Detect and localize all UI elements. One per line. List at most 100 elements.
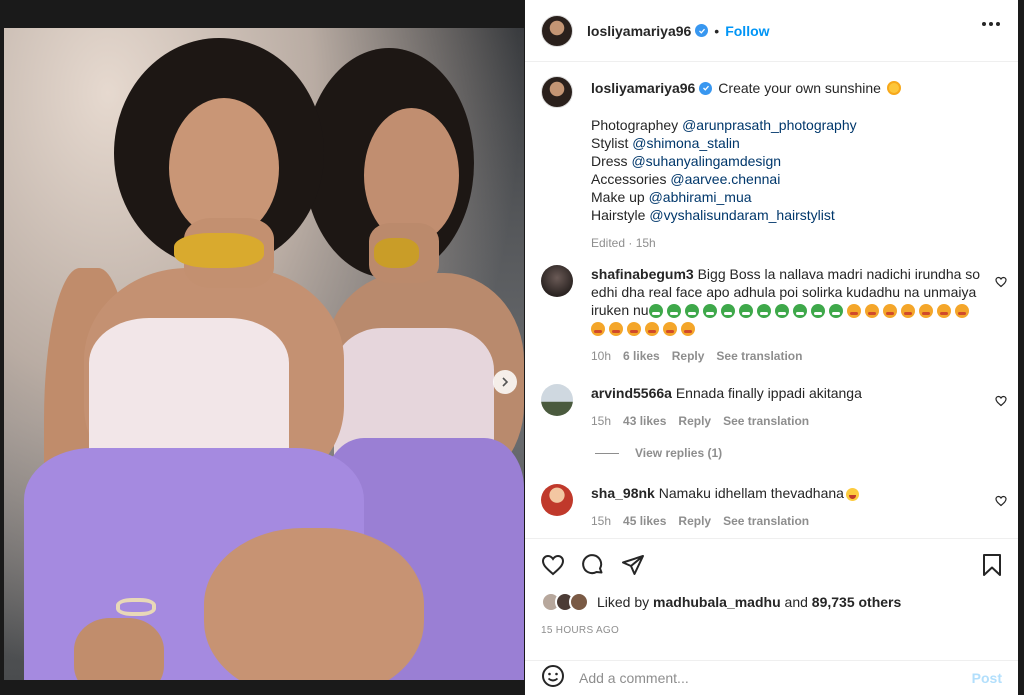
vomiting-emoji-icon	[609, 322, 623, 337]
comment-item: sha_98nk Namaku idhellam thevadhana 15h …	[541, 484, 1011, 530]
verified-badge-icon	[699, 81, 713, 95]
credit-line: Dress @suhanyalingamdesign	[591, 153, 782, 169]
mention-link[interactable]: @arunprasath_photography	[682, 117, 857, 133]
vomiting-emoji-icon	[900, 304, 915, 319]
credit-line: Hairstyle @vyshalisundaram_hairstylist	[591, 207, 835, 223]
comment-likes[interactable]: 45 likes	[623, 512, 666, 530]
nauseated-emoji-icon	[792, 304, 807, 319]
share-icon	[622, 555, 644, 575]
post-caption: losliyamariya96 Create your own sunshine…	[541, 76, 1001, 252]
liker-avatar	[569, 592, 589, 612]
comment-text: Ennada finally ippadi akitanga	[675, 385, 862, 401]
see-translation-button[interactable]: See translation	[723, 412, 809, 430]
see-translation-button[interactable]: See translation	[716, 347, 802, 365]
likers-avatars[interactable]	[541, 592, 589, 612]
more-options-icon[interactable]	[982, 22, 1000, 26]
author-avatar[interactable]	[541, 14, 573, 47]
mention-link[interactable]: @aarvee.chennai	[670, 171, 780, 187]
author-username[interactable]: losliyamariya96	[587, 23, 691, 39]
comment-likes[interactable]: 6 likes	[623, 347, 660, 365]
vomiting-emoji-icon	[663, 322, 677, 337]
comment-likes[interactable]: 43 likes	[623, 412, 666, 430]
comment-icon	[582, 554, 603, 575]
emoji-icon[interactable]	[541, 664, 565, 693]
commenter-avatar[interactable]	[541, 384, 573, 416]
follow-button[interactable]: Follow	[725, 23, 769, 39]
comment-item: shafinabegum3 Bigg Boss la nallava madri…	[541, 265, 1011, 365]
nauseated-emoji-icon	[774, 304, 789, 319]
vomiting-emoji-icon	[864, 304, 879, 319]
commenter-username[interactable]: sha_98nk	[591, 485, 655, 501]
mention-link[interactable]: @suhanyalingamdesign	[631, 153, 781, 169]
reply-button[interactable]: Reply	[672, 347, 705, 365]
nauseated-emoji-icon	[684, 304, 699, 319]
likes-summary: Liked by madhubala_madhu and 89,735 othe…	[541, 592, 901, 612]
mention-link[interactable]: @abhirami_mua	[649, 189, 752, 205]
comment-input[interactable]	[579, 670, 972, 686]
nauseated-emoji-icon	[648, 304, 663, 319]
vomiting-emoji-icon	[846, 304, 861, 319]
carousel-next-button[interactable]	[493, 370, 517, 394]
commenter-username[interactable]: shafinabegum3	[591, 266, 694, 282]
share-button[interactable]	[621, 553, 645, 582]
vomiting-emoji-icon	[936, 304, 951, 319]
nauseated-emoji-icon	[720, 304, 735, 319]
likes-count[interactable]: 89,735 others	[812, 594, 902, 610]
action-bar	[525, 538, 1018, 590]
post-comment-button[interactable]: Post	[972, 670, 1002, 686]
vomiting-emoji-icon	[918, 304, 933, 319]
emoji-run	[591, 302, 973, 337]
comment-time: 15h	[591, 514, 612, 528]
commenter-avatar[interactable]	[541, 265, 573, 297]
nauseated-emoji-icon	[702, 304, 717, 319]
caption-meta: Edited · 15h	[591, 236, 656, 250]
post-modal: losliyamariya96 • Follow losliyamariya96…	[0, 0, 1024, 695]
caption-username[interactable]: losliyamariya96	[591, 79, 695, 97]
post-photo[interactable]	[4, 28, 524, 680]
comment-text: Namaku idhellam thevadhana	[658, 485, 844, 501]
credit-line: Stylist @shimona_stalin	[591, 135, 740, 151]
liker-username[interactable]: madhubala_madhu	[653, 594, 781, 610]
post-side-panel: losliyamariya96 • Follow losliyamariya96…	[525, 0, 1018, 695]
heart-icon[interactable]	[995, 275, 1007, 293]
comment-time: 10h	[591, 349, 612, 363]
credit-line: Photographey @arunprasath_photography	[591, 117, 857, 133]
nauseated-emoji-icon	[756, 304, 771, 319]
post-header: losliyamariya96 • Follow	[525, 0, 1018, 62]
caption-text: Create your own sunshine	[718, 80, 881, 96]
scrollbar[interactable]	[1018, 0, 1024, 695]
comment-item: arvind5566a Ennada finally ippadi akitan…	[541, 384, 1011, 430]
reply-button[interactable]: Reply	[678, 512, 711, 530]
see-translation-button[interactable]: See translation	[723, 512, 809, 530]
verified-badge-icon	[695, 24, 709, 37]
heart-icon	[541, 554, 565, 576]
like-button[interactable]	[541, 553, 565, 582]
vomiting-emoji-icon	[681, 322, 695, 337]
add-comment-bar: Post	[525, 660, 1018, 695]
vomiting-emoji-icon	[627, 322, 641, 337]
mention-link[interactable]: @shimona_stalin	[632, 135, 740, 151]
save-button[interactable]	[981, 553, 1003, 582]
vomiting-emoji-icon	[954, 304, 969, 319]
reply-button[interactable]: Reply	[678, 412, 711, 430]
comment-time: 15h	[591, 414, 612, 428]
caption-credits: Photographey @arunprasath_photography St…	[591, 116, 901, 224]
vomiting-emoji-icon	[882, 304, 897, 319]
commenter-avatar[interactable]	[541, 484, 573, 516]
laughing-emoji-icon	[845, 487, 859, 501]
credit-line: Accessories @aarvee.chennai	[591, 171, 781, 187]
mention-link[interactable]: @vyshalisundaram_hairstylist	[649, 207, 834, 223]
heart-icon[interactable]	[995, 394, 1007, 412]
post-timestamp[interactable]: 15 HOURS AGO	[541, 625, 619, 636]
sun-emoji-icon	[886, 81, 901, 95]
caption-author-avatar[interactable]	[541, 76, 573, 108]
nauseated-emoji-icon	[666, 304, 681, 319]
heart-icon[interactable]	[995, 494, 1007, 512]
view-replies-button[interactable]: View replies (1)	[595, 446, 722, 460]
nauseated-emoji-icon	[828, 304, 843, 319]
commenter-username[interactable]: arvind5566a	[591, 385, 672, 401]
nauseated-emoji-icon	[738, 304, 753, 319]
comment-button[interactable]	[581, 553, 605, 582]
nauseated-emoji-icon	[810, 304, 825, 319]
chevron-right-icon	[502, 377, 509, 387]
